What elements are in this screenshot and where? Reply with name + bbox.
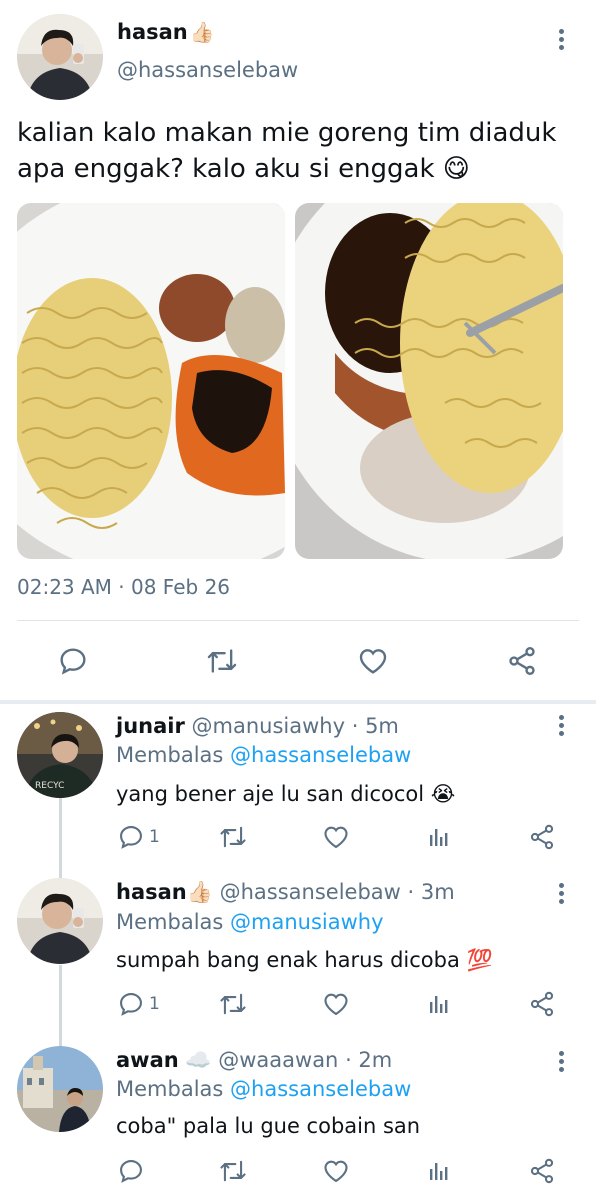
reply-text: yang bener aje lu san dicocol 😭 [116, 782, 456, 806]
reply-author-name[interactable]: awan [116, 1048, 179, 1072]
reply-header: awan ☁️ @waaawan · 2m [116, 1048, 392, 1073]
reply-count: 1 [149, 827, 160, 847]
replying-to: Membalas @hassanselebaw [116, 743, 411, 767]
more-options-icon[interactable] [551, 1048, 571, 1078]
reply-avatar[interactable] [17, 1046, 103, 1132]
reply-time: · 2m [345, 1048, 393, 1072]
reply-author-name[interactable]: junair [116, 714, 185, 738]
more-options-icon[interactable] [551, 712, 571, 742]
replying-mention[interactable]: @hassanselebaw [230, 1077, 411, 1101]
analytics-icon[interactable] [427, 1156, 451, 1186]
reply-tweet[interactable]: hasan👍🏻 @hassanselebaw · 3m Membalas @ma… [0, 872, 596, 1040]
reply-author-emoji: ☁️ [185, 1048, 212, 1072]
reply-time: · 5m [351, 714, 399, 738]
reply-icon [120, 1160, 142, 1183]
reply-avatar[interactable]: RECYC [17, 712, 103, 798]
reply-text: sumpah bang enak harus dicoba 💯 [116, 948, 493, 972]
retweet-icon[interactable] [218, 989, 248, 1019]
replying-label: Membalas [116, 1077, 224, 1101]
retweet-icon[interactable] [218, 1156, 248, 1186]
reply-icon[interactable] [55, 643, 91, 679]
tweet-timestamp[interactable]: 02:23 AM · 08 Feb 26 [17, 575, 230, 599]
more-options-icon[interactable] [551, 26, 571, 56]
reply-avatar[interactable] [17, 878, 103, 964]
retweet-icon[interactable] [204, 643, 240, 679]
replying-mention[interactable]: @hassanselebaw [230, 743, 411, 767]
reply-tweet[interactable]: RECYC junair @manusiawhy · 5m Membalas @… [0, 704, 596, 872]
tweet-photo-2[interactable] [295, 203, 563, 559]
replying-label: Membalas [116, 910, 224, 934]
reply-button[interactable]: 1 [117, 822, 160, 852]
reply-author-emoji: 👍🏻 [186, 880, 213, 904]
reply-icon [120, 826, 142, 849]
like-icon[interactable] [322, 822, 350, 852]
reply-author-handle[interactable]: @manusiawhy [192, 714, 346, 738]
replying-mention[interactable]: @manusiawhy [230, 910, 384, 934]
author-name[interactable]: hasan 👍🏻 [117, 20, 215, 44]
like-icon[interactable] [322, 1156, 350, 1186]
reply-button[interactable] [117, 1156, 149, 1186]
reply-time: · 3m [407, 880, 455, 904]
replying-label: Membalas [116, 743, 224, 767]
like-icon[interactable] [322, 989, 350, 1019]
reply-icon [120, 993, 142, 1016]
replying-to: Membalas @manusiawhy [116, 910, 384, 934]
tweet-photo-1[interactable] [17, 203, 285, 559]
author-name-text: hasan [117, 20, 188, 44]
share-icon[interactable] [528, 989, 556, 1019]
like-icon[interactable] [355, 643, 391, 679]
reply-count: 1 [149, 994, 160, 1014]
author-avatar[interactable] [17, 14, 103, 100]
author-emoji: 👍🏻 [189, 20, 215, 44]
reply-author-handle[interactable]: @waaawan [218, 1048, 338, 1072]
reply-tweet[interactable]: awan ☁️ @waaawan · 2m Membalas @hassanse… [0, 1040, 596, 1200]
reply-author-handle[interactable]: @hassanselebaw [220, 880, 401, 904]
reply-header: junair @manusiawhy · 5m [116, 714, 399, 738]
share-icon[interactable] [504, 643, 540, 679]
share-icon[interactable] [528, 822, 556, 852]
analytics-icon[interactable] [427, 822, 451, 852]
analytics-icon[interactable] [427, 989, 451, 1019]
reply-button[interactable]: 1 [117, 989, 160, 1019]
reply-author-name[interactable]: hasan [116, 880, 187, 904]
more-options-icon[interactable] [551, 880, 571, 910]
tweet-text: kalian kalo makan mie goreng tim diaduk … [17, 118, 557, 184]
reply-text: coba" pala lu gue cobain san [116, 1114, 421, 1138]
main-tweet: hasan 👍🏻 @hassanselebaw kalian kalo makan… [0, 0, 596, 700]
svg-text:RECYC: RECYC [35, 781, 64, 791]
reply-header: hasan👍🏻 @hassanselebaw · 3m [116, 880, 455, 905]
replying-to: Membalas @hassanselebaw [116, 1077, 411, 1101]
share-icon[interactable] [528, 1156, 556, 1186]
stats-divider [17, 620, 579, 621]
retweet-icon[interactable] [218, 822, 248, 852]
author-handle[interactable]: @hassanselebaw [117, 58, 298, 82]
